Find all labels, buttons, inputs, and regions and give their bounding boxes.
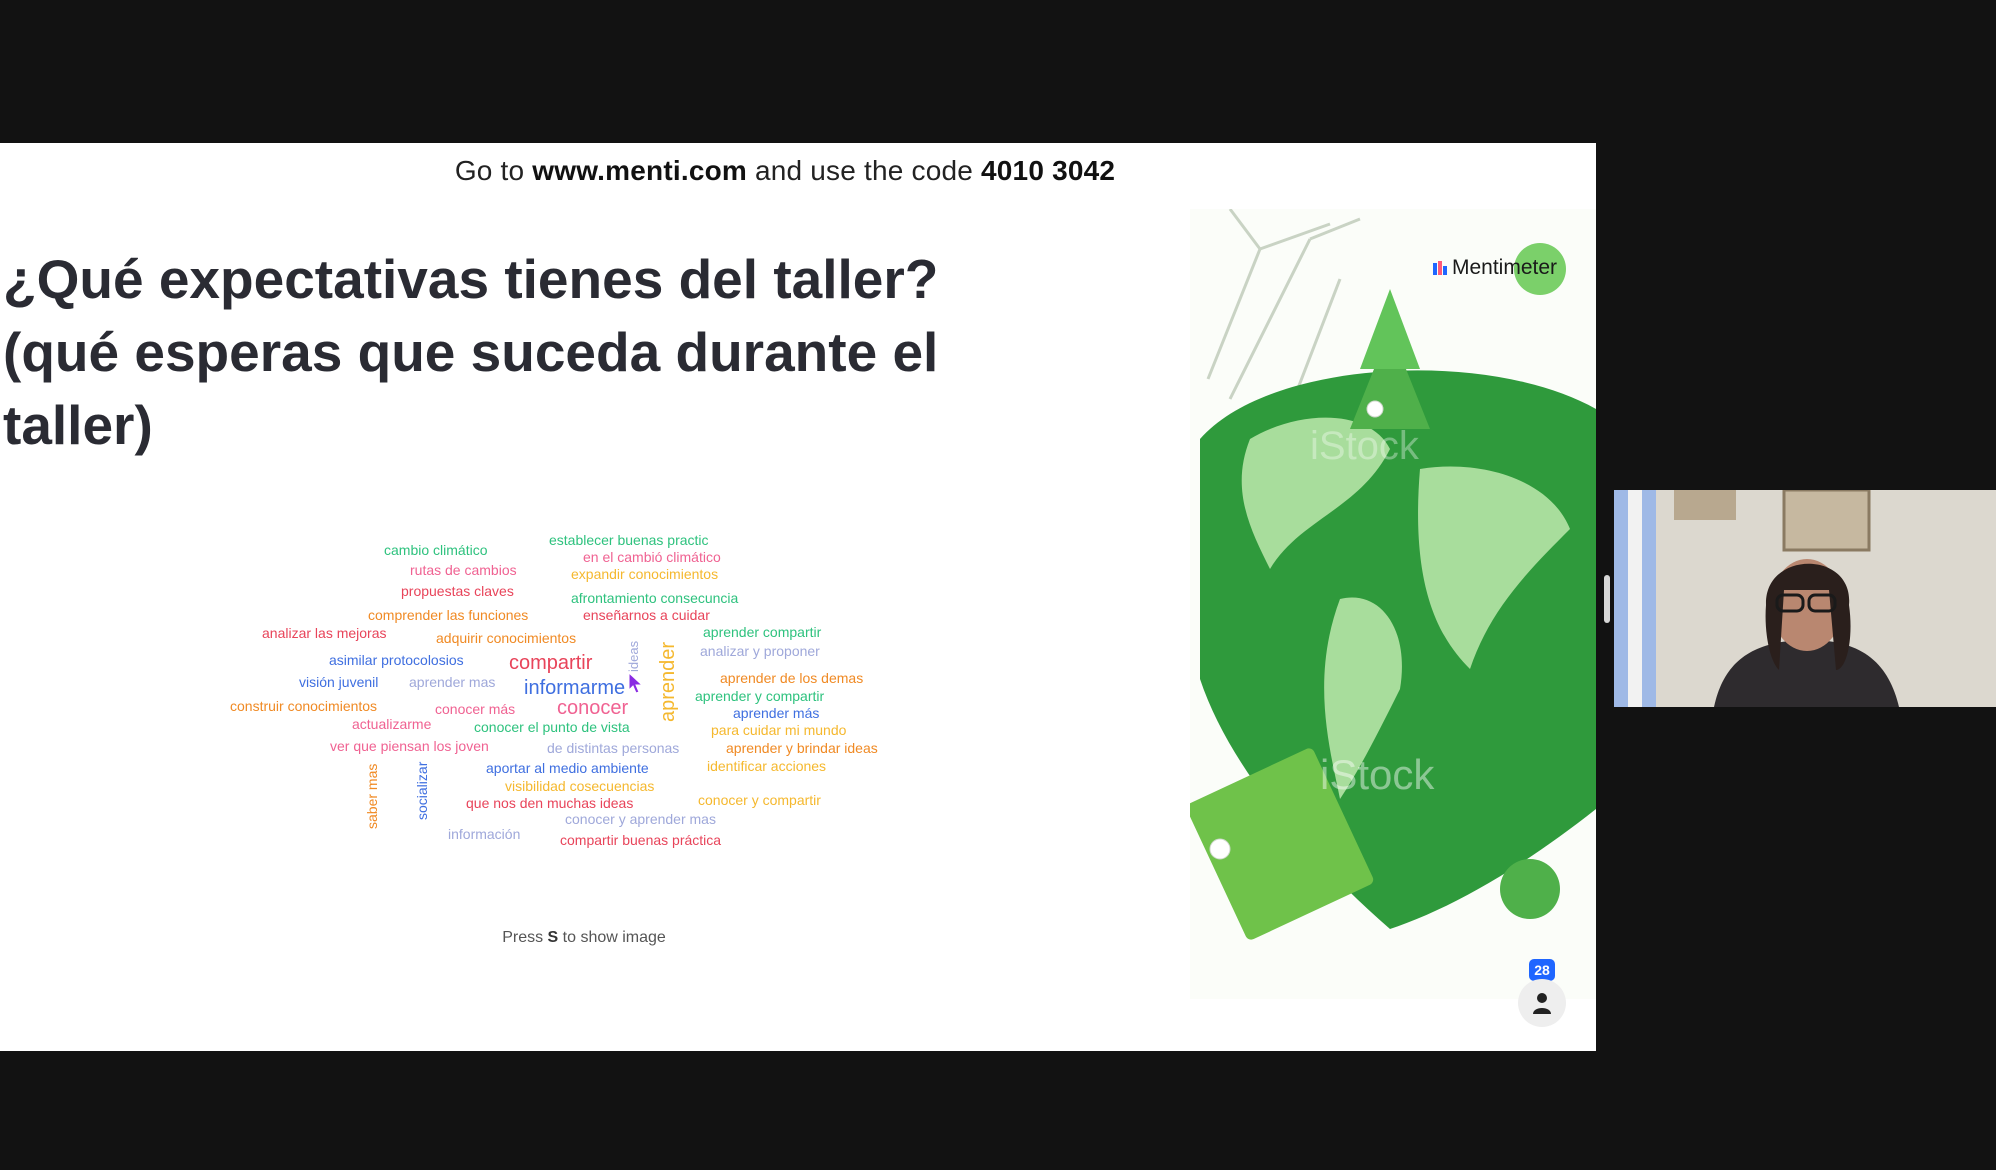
word-cloud-word: aprender (657, 641, 679, 722)
word-cloud-word: conocer el punto de vista (474, 719, 630, 735)
word-cloud-word: aportar al medio ambiente (486, 760, 649, 776)
mentimeter-brand: Mentimeter (1432, 256, 1557, 280)
word-cloud-word: ver que piensan los joven (330, 738, 489, 754)
hint-key: S (547, 929, 559, 946)
word-cloud-word: aprender de los demas (720, 670, 864, 686)
word-cloud-word: conocer y aprender mas (565, 811, 716, 827)
word-cloud-word: expandir conocimientos (571, 566, 719, 582)
word-cloud-word: rutas de cambios (410, 562, 517, 578)
word-cloud-word: de distintas personas (547, 740, 680, 756)
word-cloud-word: conocer y compartir (698, 792, 821, 808)
word-cloud-word: comprender las funciones (368, 607, 529, 623)
word-cloud-word: aprender y brindar ideas (726, 740, 878, 756)
word-cloud-word: conocer (557, 697, 629, 719)
word-cloud-word: saber mas (364, 763, 380, 829)
word-cloud-word: identificar acciones (707, 758, 827, 774)
word-cloud-word: para cuidar mi mundo (711, 722, 847, 738)
word-cloud-word: socializar (414, 761, 430, 820)
brand-name: Mentimeter (1452, 256, 1558, 279)
word-cloud-word: analizar las mejoras (262, 625, 387, 641)
word-cloud-word: informarme (524, 677, 626, 699)
presentation-slide: Go to www.menti.com and use the code 401… (0, 143, 1596, 1051)
word-cloud-word: compartir buenas práctica (560, 832, 722, 848)
istock-watermark: iStock (1320, 751, 1435, 798)
word-cloud-word: actualizarme (352, 716, 432, 732)
word-cloud-word: aprender y compartir (695, 688, 825, 704)
globe-illustration: iStock iStock (1186, 208, 1596, 999)
word-cloud-word: conocer más (435, 701, 516, 717)
word-cloud-word: construir conocimientos (230, 698, 378, 714)
mentimeter-logo-icon (1433, 261, 1447, 275)
word-cloud-word: en el cambió climático (583, 549, 721, 565)
word-cloud-word: que nos den muchas ideas (466, 795, 634, 811)
word-cloud-word: aprender mas (409, 674, 496, 690)
participant-video[interactable] (1614, 490, 1996, 707)
word-cloud-word: enseñarnos a cuidar (583, 607, 710, 623)
word-cloud-word: afrontamiento consecuncia (571, 590, 739, 606)
word-cloud-word: compartir (509, 652, 593, 674)
istock-watermark-top: iStock (1310, 424, 1420, 468)
mouse-cursor-icon (628, 672, 644, 694)
word-cloud-word: adquirir conocimientos (436, 630, 577, 646)
word-cloud-word: visión juvenil (299, 674, 379, 690)
word-cloud-word: visibilidad cosecuencias (505, 778, 655, 794)
word-cloud-word: cambio climático (384, 542, 488, 558)
person-icon (1533, 993, 1551, 1014)
scroll-handle[interactable] (1604, 575, 1610, 623)
word-cloud-word: información (448, 826, 521, 842)
word-cloud: establecer buenas practic cambio climátic… (0, 143, 1100, 943)
audience-button[interactable] (1518, 979, 1566, 1027)
word-cloud-word: propuestas claves (401, 583, 514, 599)
press-s-hint: Press S to show image (0, 929, 1168, 947)
word-cloud-word: aprender más (733, 705, 820, 721)
word-cloud-word: asimilar protocolosios (329, 652, 464, 668)
hint-prefix: Press (502, 929, 548, 946)
word-cloud-word: aprender compartir (703, 624, 822, 640)
hint-suffix: to show image (558, 929, 666, 946)
word-cloud-word: analizar y proponer (700, 643, 820, 659)
word-cloud-word: establecer buenas practic (549, 532, 709, 548)
audience-count-badge: 28 (1529, 959, 1555, 981)
word-cloud-word: ideas (626, 640, 641, 672)
